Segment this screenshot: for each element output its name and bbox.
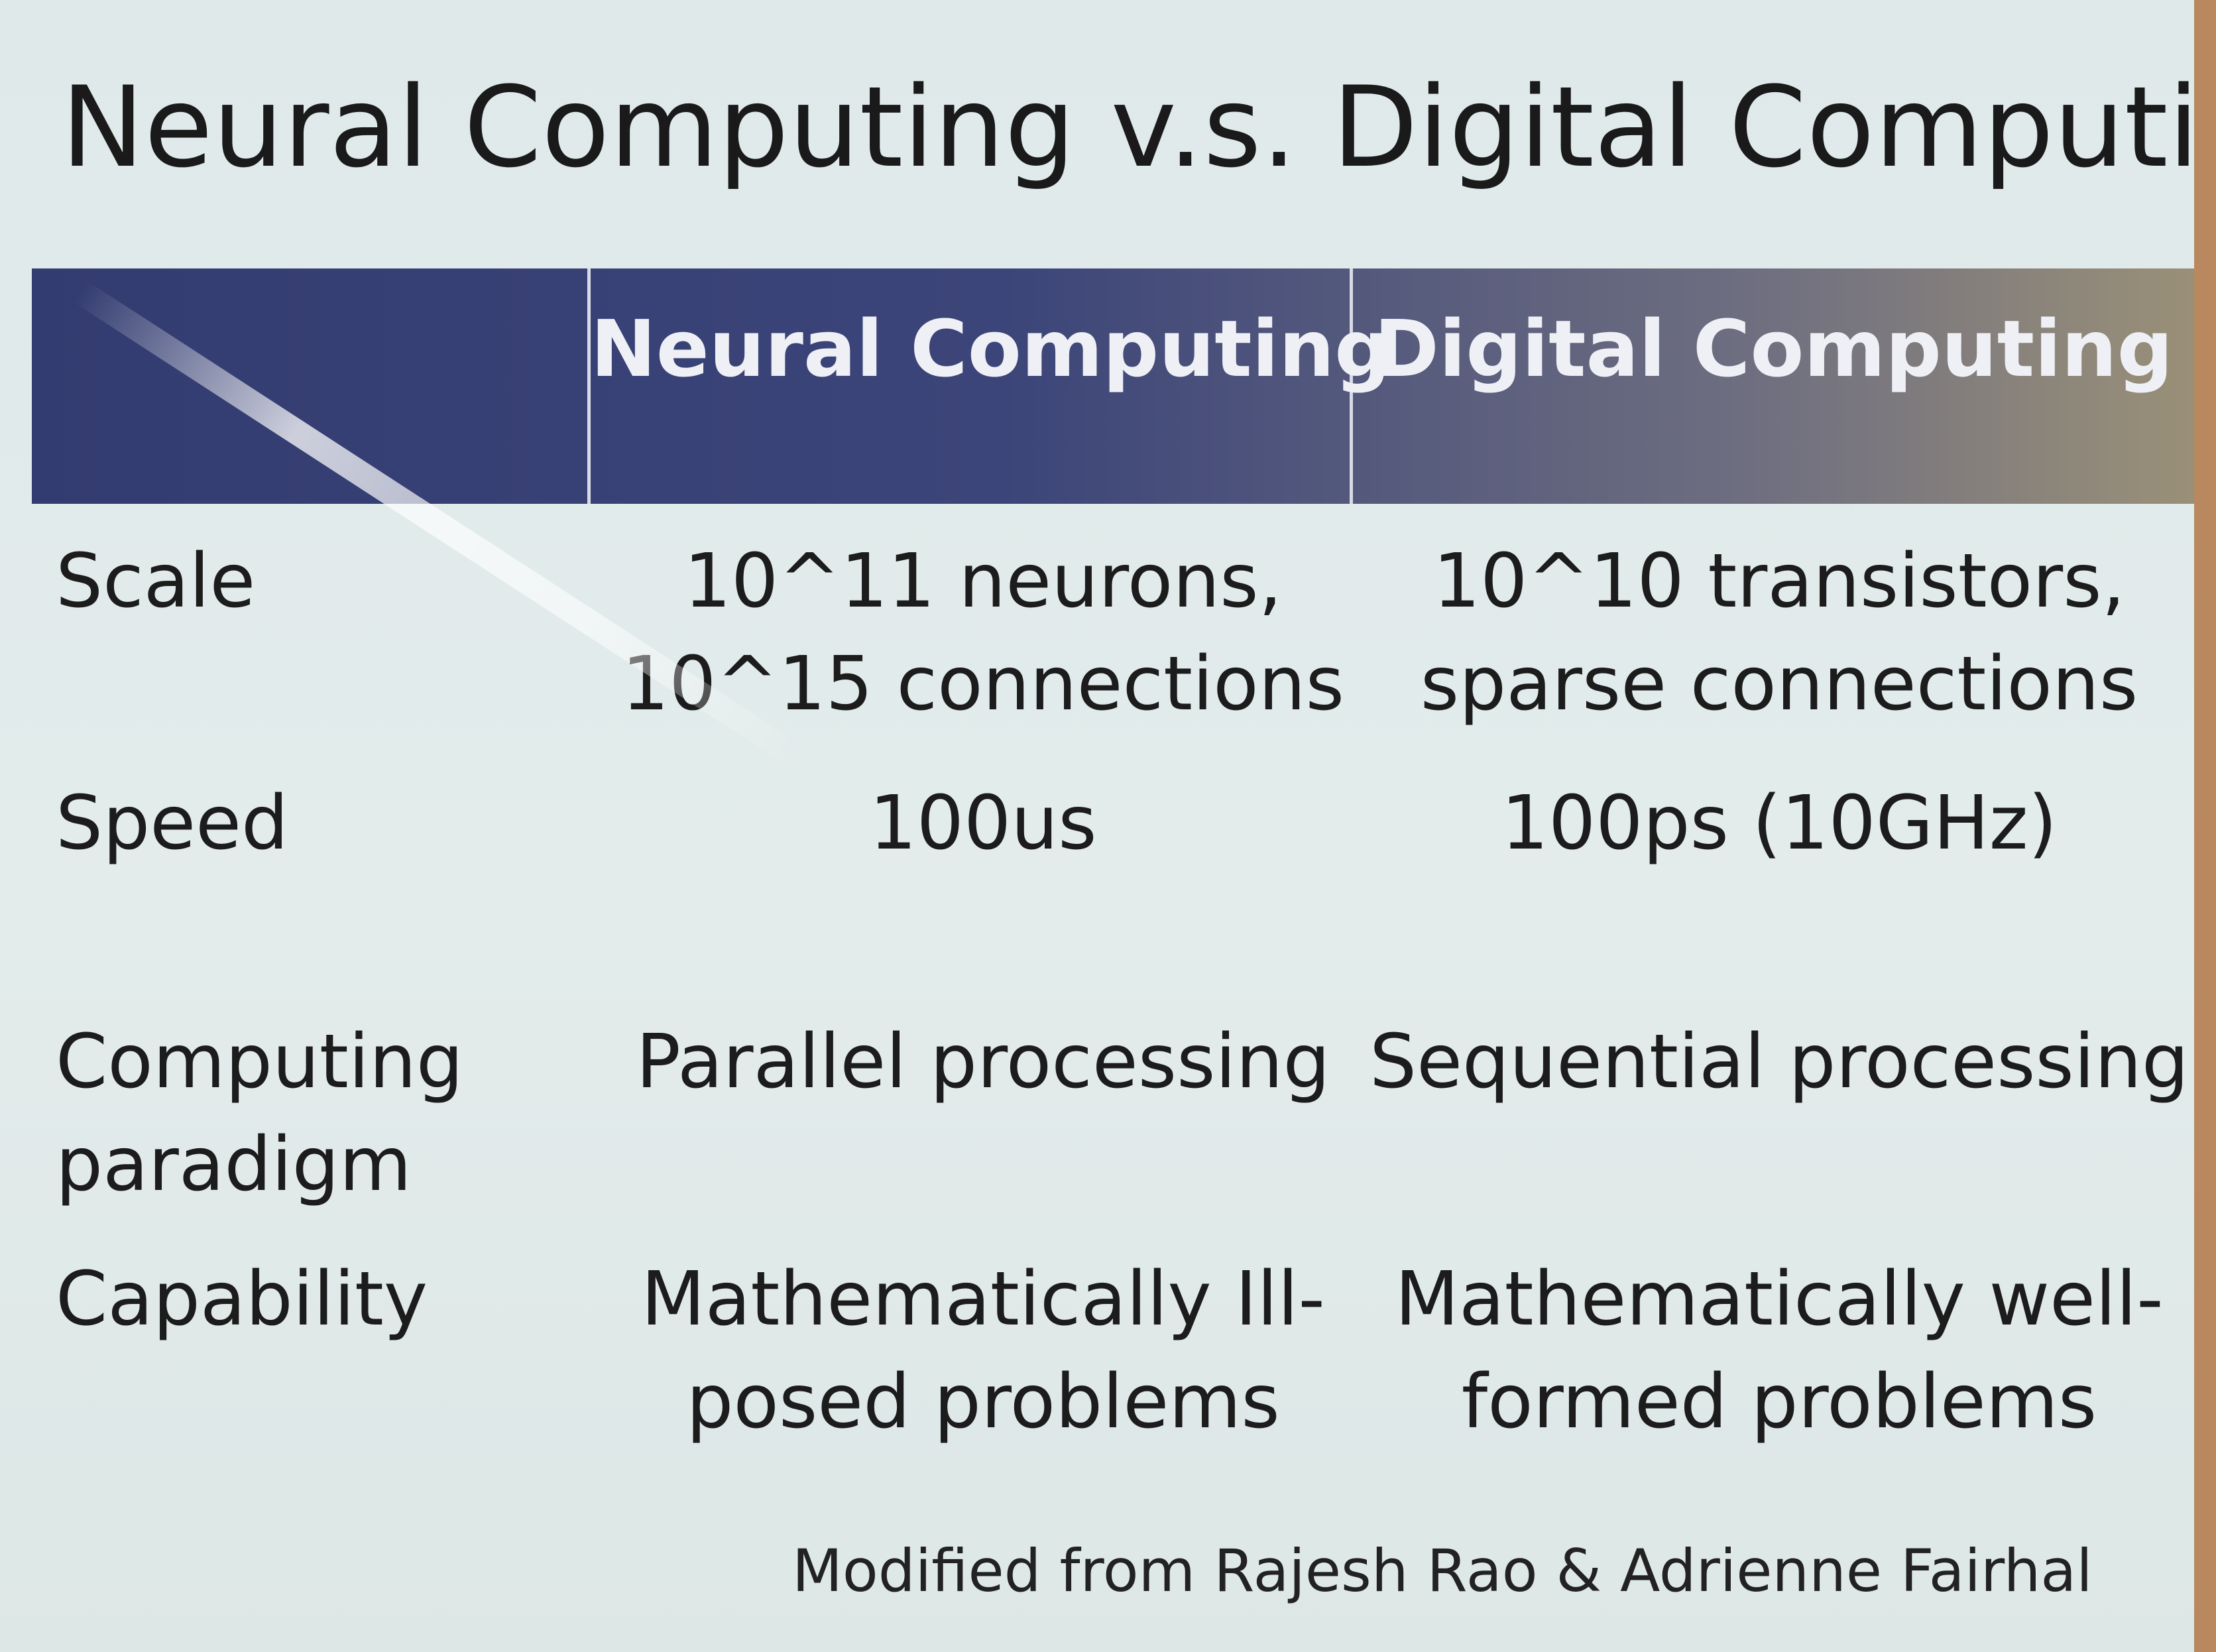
cell-neural: 100us [869,780,1097,866]
cell-digital: 100ps (10GHz) [1501,780,2058,866]
table-header-row: Neural Computing Digital Computing [32,268,2194,504]
slide-title: Neural Computing v.s. Digital Computing [61,62,2194,192]
header-neural-computing: Neural Computing [591,303,1391,394]
comparison-table: Neural Computing Digital Computing Scale… [32,268,2194,1445]
cell-digital: 10^10 transistors, sparse connections [1420,538,2138,727]
cell-neural: Parallel processing [636,1019,1330,1105]
header-digital-computing: Digital Computing [1373,303,2174,394]
cell-neural: Mathematically Ill-posed problems [641,1256,1325,1445]
row-label: Computing paradigm [56,1019,464,1208]
row-label: Speed [56,780,289,866]
cell-digital: Sequential processing [1370,1019,2189,1105]
slide: Neural Computing v.s. Digital Computing … [0,0,2194,1652]
cell-neural: 10^11 neurons, 10^15 connections [622,538,1344,727]
cell-digital: Mathematically well-formed problems [1395,1256,2164,1445]
slide-credit: Modified from Rajesh Rao & Adrienne Fair… [792,1537,2093,1605]
row-label: Scale [56,538,256,624]
row-label: Capability [56,1256,428,1342]
